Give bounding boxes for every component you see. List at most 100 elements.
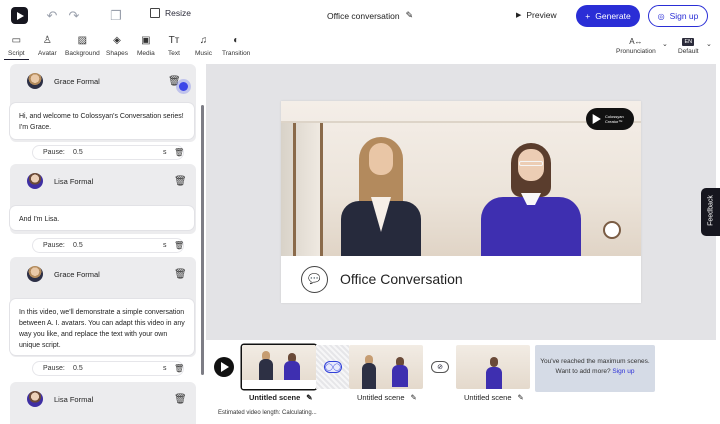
tab-media[interactable]: ▣ Media [137, 32, 155, 57]
tab-music[interactable]: ♫ Music [195, 32, 212, 57]
tab-transition[interactable]: ◐ Transition [222, 32, 250, 57]
tab-script[interactable]: ▭ Script [4, 32, 29, 60]
pause-value[interactable]: 0.5 [73, 149, 83, 156]
edit-pencil-icon[interactable]: ✎ [518, 393, 524, 402]
pause-label: Pause: [43, 242, 65, 249]
trash-icon[interactable]: 🗑 [174, 394, 187, 405]
scene-name: Untitled scene [357, 393, 405, 402]
tab-text[interactable]: Tт Text [168, 32, 180, 57]
speaker-row[interactable]: Lisa Formal 🗑 [10, 382, 196, 416]
chevron-down-icon[interactable]: ⌄ [662, 40, 668, 48]
speaker-name: Lisa Formal [54, 176, 94, 186]
generate-label: Generate [595, 11, 631, 21]
script-text-area[interactable]: In this video, we'll demonstrate a simpl… [10, 299, 194, 355]
colossyan-logo-icon [592, 114, 601, 124]
trash-icon[interactable]: 🗑 [174, 148, 184, 157]
pause-unit: s [163, 365, 167, 372]
transition-icon: ◐ [233, 35, 240, 46]
script-panel: Grace Formal 🗑 Hi, and welcome to Coloss… [8, 64, 206, 424]
tab-background-label: Background [65, 50, 100, 57]
transition-toggle-icon[interactable]: ◯◯ [324, 361, 342, 373]
speaker-row[interactable]: Lisa Formal 🗑 [10, 164, 196, 198]
undo-icon[interactable]: ↶ [44, 8, 60, 24]
project-title[interactable]: Office conversation ✎ [327, 10, 413, 21]
pronunciation-button[interactable]: A↔ Pronunciation [616, 35, 656, 55]
tab-media-label: Media [137, 50, 155, 57]
avatar [27, 266, 43, 282]
play-icon: ▶ [516, 12, 522, 19]
transition-add-icon[interactable]: ⊘ [431, 361, 449, 373]
scene-label[interactable]: Untitled scene ✎ [464, 393, 524, 402]
edit-pencil-icon[interactable]: ✎ [411, 393, 417, 402]
user-icon: ◎ [657, 11, 665, 21]
thumb-avatar-head [490, 357, 498, 367]
scene-thumbnail[interactable] [242, 345, 316, 389]
pause-value[interactable]: 0.5 [73, 365, 83, 372]
preview-button[interactable]: ▶ Preview [516, 10, 557, 20]
thumb-avatar-body [362, 363, 376, 389]
pause-unit: s [163, 149, 167, 156]
avatar [27, 173, 43, 189]
tab-shapes[interactable]: ◈ Shapes [106, 32, 128, 57]
avatar-lisa[interactable] [481, 143, 581, 256]
script-block: Lisa Formal 🗑 [10, 382, 196, 424]
tab-music-label: Music [195, 50, 212, 57]
thumb-avatar-body [486, 367, 502, 389]
scene-slide[interactable]: Colossyan Creator™ 💬 Office Conversation [281, 101, 641, 303]
tab-text-label: Text [168, 50, 180, 57]
edit-pencil-icon[interactable]: ✎ [406, 10, 414, 21]
feedback-label: Feedback [707, 195, 715, 226]
pause-row[interactable]: Pause: 0.5 s 🗑 [33, 362, 184, 375]
background-icon: ▨ [77, 35, 88, 46]
resize-label: Resize [165, 8, 191, 18]
generate-button[interactable]: + Generate [576, 5, 640, 27]
speaker-row[interactable]: Grace Formal 🗑 [10, 257, 196, 291]
tab-transition-label: Transition [222, 50, 251, 57]
pause-label: Pause: [43, 365, 65, 372]
trash-icon[interactable]: 🗑 [174, 241, 184, 250]
avatar-lisa-body [481, 197, 581, 256]
pause-row[interactable]: Pause: 0.5 s 🗑 [33, 146, 184, 159]
scene-thumbnail[interactable] [456, 345, 530, 389]
pronunciation-icon: A↔ [629, 37, 643, 46]
slide-footer: 💬 Office Conversation [281, 256, 641, 303]
script-scrollbar[interactable] [201, 105, 204, 375]
tab-background[interactable]: ▨ Background [65, 32, 100, 57]
avatar-grace[interactable] [341, 137, 421, 256]
trash-icon[interactable]: 🗑 [174, 364, 184, 373]
preview-label: Preview [526, 10, 557, 20]
script-text-area[interactable]: And I'm Lisa. [10, 206, 194, 230]
sign-up-button[interactable]: ◎ Sign up [648, 5, 708, 27]
speaker-name: Grace Formal [54, 76, 100, 86]
scene-label[interactable]: Untitled scene ✎ [357, 393, 417, 402]
resize-button[interactable]: Resize [150, 8, 191, 18]
language-selector[interactable]: EN Default [678, 35, 699, 55]
feedback-tab[interactable]: Feedback [701, 188, 720, 236]
edit-pencil-icon[interactable]: ✎ [306, 393, 312, 402]
tab-shapes-label: Shapes [106, 50, 129, 57]
scene-label[interactable]: Untitled scene ✎ [249, 393, 313, 402]
avatar-icon: ♙ [42, 35, 52, 46]
copy-icon[interactable]: ❐ [108, 8, 124, 24]
project-title-text: Office conversation [327, 10, 400, 21]
pause-row[interactable]: Pause: 0.5 s 🗑 [33, 239, 184, 252]
sign-up-link[interactable]: Sign up [612, 368, 634, 375]
speaker-name: Grace Formal [54, 269, 100, 279]
scene-thumbnail[interactable] [349, 345, 423, 389]
chevron-down-icon[interactable]: ⌄ [706, 40, 712, 48]
pause-value[interactable]: 0.5 [73, 242, 83, 249]
colossyan-brand-badge: Colossyan Creator™ [586, 108, 634, 130]
colossyan-logo-icon[interactable] [11, 7, 28, 24]
script-text-area[interactable]: Hi, and welcome to Colossyan's Conversat… [10, 103, 194, 139]
slide-title[interactable]: Office Conversation [340, 271, 463, 287]
trash-icon[interactable]: 🗑 [174, 176, 187, 187]
speaker-row[interactable]: Grace Formal 🗑 [10, 64, 196, 98]
trash-icon[interactable]: 🗑 [168, 76, 181, 87]
trash-icon[interactable]: 🗑 [174, 269, 187, 280]
tab-avatar[interactable]: ♙ Avatar [38, 32, 57, 57]
max-scenes-notice: You've reached the maximum scenes. Want … [535, 345, 655, 392]
pause-unit: s [163, 242, 167, 249]
redo-icon[interactable]: ↷ [66, 8, 82, 24]
play-button[interactable] [214, 357, 234, 377]
speaker-name: Lisa Formal [54, 394, 94, 404]
